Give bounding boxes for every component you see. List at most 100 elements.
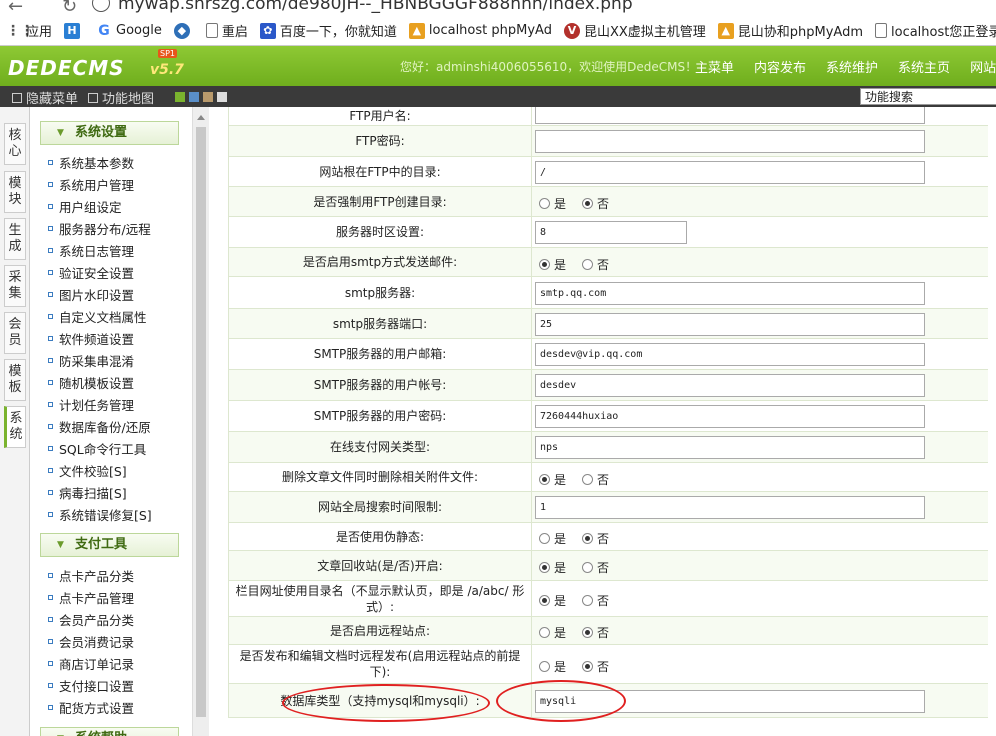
side-menu-item[interactable]: 随机模板设置 (48, 373, 134, 392)
section-payment-tools[interactable]: ▼ 支付工具 (40, 533, 179, 557)
side-menu-item[interactable]: 会员产品分类 (48, 610, 134, 629)
url-text[interactable]: mywap.shrszg.com/de980JH--_HBNBGGGF888hn… (118, 0, 633, 14)
radio-no[interactable] (582, 198, 594, 209)
radio-no[interactable] (582, 562, 594, 573)
function-map-button[interactable]: 功能地图 (88, 88, 154, 107)
scroll-up-icon[interactable] (197, 115, 205, 120)
text-input[interactable]: 7260444huxiao (535, 405, 925, 428)
text-input[interactable]: desdev (535, 374, 925, 397)
skin-green-swatch[interactable] (175, 92, 185, 102)
side-menu-item[interactable]: 图片水印设置 (48, 285, 134, 304)
skin-blue-swatch[interactable] (189, 92, 199, 102)
radio-yes[interactable] (539, 562, 550, 573)
top-menu-site[interactable]: 网站 (970, 57, 996, 76)
bookmark-item[interactable]: ✿ 百度一下，你就知道 (259, 21, 397, 40)
skin-grey-swatch[interactable] (217, 92, 227, 102)
side-menu-item[interactable]: 会员消费记录 (48, 632, 134, 651)
radio-no[interactable] (582, 595, 594, 606)
text-input[interactable]: / (535, 161, 925, 184)
radio-no[interactable] (582, 259, 594, 270)
side-menu-item-label: 点卡产品分类 (59, 569, 135, 584)
side-menu-item[interactable]: 验证安全设置 (48, 263, 134, 282)
text-input[interactable] (535, 130, 925, 153)
text-input[interactable]: 8 (535, 221, 687, 244)
bookmark-item[interactable]: V 昆山XX虚拟主机管理 (563, 21, 706, 40)
side-menu-item[interactable]: 数据库备份/还原 (48, 417, 151, 436)
text-input[interactable]: nps (535, 436, 925, 459)
bookmark-item[interactable]: localhost您正登录网 (875, 21, 996, 40)
top-menu-publish[interactable]: 内容发布 (754, 57, 806, 76)
top-menu-home[interactable]: 系统主页 (898, 57, 950, 76)
bullet-icon (48, 248, 53, 253)
vertical-tabs: 核心 模块 生成 采集 会员 模板 系统 (0, 107, 30, 736)
bookmark-item[interactable]: ▲ localhost phpMyAd (408, 22, 552, 39)
skin-brown-swatch[interactable] (203, 92, 213, 102)
bookmark-item[interactable]: ◆ (173, 22, 194, 39)
side-menu-item[interactable]: 服务器分布/远程 (48, 219, 151, 238)
text-input[interactable]: smtp.qq.com (535, 282, 925, 305)
side-menu-item[interactable]: 商店订单记录 (48, 654, 134, 673)
function-search-input[interactable]: 功能搜索 (860, 88, 996, 105)
hide-menu-button[interactable]: 隐藏菜单 (12, 88, 78, 107)
side-menu-item[interactable]: 系统用户管理 (48, 175, 134, 194)
text-input[interactable]: mysqli (535, 690, 925, 713)
scroll-thumb[interactable] (196, 127, 206, 717)
side-menu-item[interactable]: 自定义文档属性 (48, 307, 147, 326)
vtab-system[interactable]: 系统 (4, 406, 26, 448)
top-menu-main[interactable]: 主菜单 (695, 57, 734, 76)
side-menu-item[interactable]: 系统错误修复[S] (48, 505, 152, 524)
text-input[interactable] (535, 107, 925, 124)
back-icon[interactable]: ← (8, 0, 23, 16)
text-input[interactable]: desdev@vip.qq.com (535, 343, 925, 366)
bookmark-item[interactable]: ▲ 昆山协和phpMyAdm (717, 21, 863, 40)
side-menu-item[interactable]: 病毒扫描[S] (48, 483, 127, 502)
side-menu-scrollbar[interactable] (192, 107, 209, 736)
vtab-generate[interactable]: 生成 (4, 218, 26, 260)
side-menu-item[interactable]: 计划任务管理 (48, 395, 134, 414)
side-menu-item[interactable]: 点卡产品分类 (48, 566, 134, 585)
reload-icon[interactable]: ↻ (62, 0, 77, 16)
vtab-module[interactable]: 模块 (4, 171, 26, 213)
radio-yes[interactable] (539, 533, 550, 544)
bookmark-item[interactable]: ⋮⋮ 应用 (6, 21, 52, 41)
side-menu-item[interactable]: SQL命令行工具 (48, 439, 146, 458)
bullet-icon (48, 336, 53, 341)
radio-yes[interactable] (539, 259, 550, 270)
radio-yes[interactable] (539, 661, 550, 672)
vtab-template[interactable]: 模板 (4, 359, 26, 401)
vtab-collect[interactable]: 采集 (4, 265, 26, 307)
side-menu-item-label: 服务器分布/远程 (59, 222, 151, 237)
radio-no[interactable] (582, 474, 594, 485)
side-menu-item[interactable]: 用户组设定 (48, 197, 122, 216)
form-row: FTP密码: (228, 126, 988, 157)
function-map-label: 功能地图 (102, 92, 155, 107)
side-menu-item[interactable]: 系统基本参数 (48, 153, 134, 172)
text-input[interactable]: 1 (535, 496, 925, 519)
section-system-settings[interactable]: ▼ 系统设置 (40, 121, 179, 145)
vtab-core[interactable]: 核心 (4, 123, 26, 165)
form-row: 栏目网址使用目录名（不显示默认页，即是 /a/abc/ 形式）: 是否 (228, 581, 988, 617)
radio-yes[interactable] (539, 627, 550, 638)
radio-no[interactable] (582, 661, 594, 672)
radio-no[interactable] (582, 533, 594, 544)
top-menu-maintenance[interactable]: 系统维护 (826, 57, 878, 76)
side-menu-item[interactable]: 系统日志管理 (48, 241, 134, 260)
radio-yes[interactable] (539, 474, 550, 485)
bullet-icon (48, 468, 53, 473)
radio-yes[interactable] (539, 595, 550, 606)
vtab-member[interactable]: 会员 (4, 312, 26, 354)
section-system-help[interactable]: ▼ 系统帮助 (40, 727, 179, 736)
radio-yes[interactable] (539, 198, 550, 209)
side-menu-item[interactable]: 文件校验[S] (48, 461, 127, 480)
side-menu-item[interactable]: 防采集串混淆 (48, 351, 134, 370)
site-info-icon[interactable] (92, 0, 110, 12)
text-input[interactable]: 25 (535, 313, 925, 336)
bookmark-item[interactable]: H (64, 22, 84, 39)
side-menu-item[interactable]: 配货方式设置 (48, 698, 134, 717)
bookmark-item[interactable]: 重启 (205, 21, 248, 40)
side-menu-item[interactable]: 软件频道设置 (48, 329, 134, 348)
side-menu-item[interactable]: 支付接口设置 (48, 676, 134, 695)
bookmark-item[interactable]: G Google (96, 23, 162, 39)
radio-no[interactable] (582, 627, 594, 638)
side-menu-item[interactable]: 点卡产品管理 (48, 588, 134, 607)
